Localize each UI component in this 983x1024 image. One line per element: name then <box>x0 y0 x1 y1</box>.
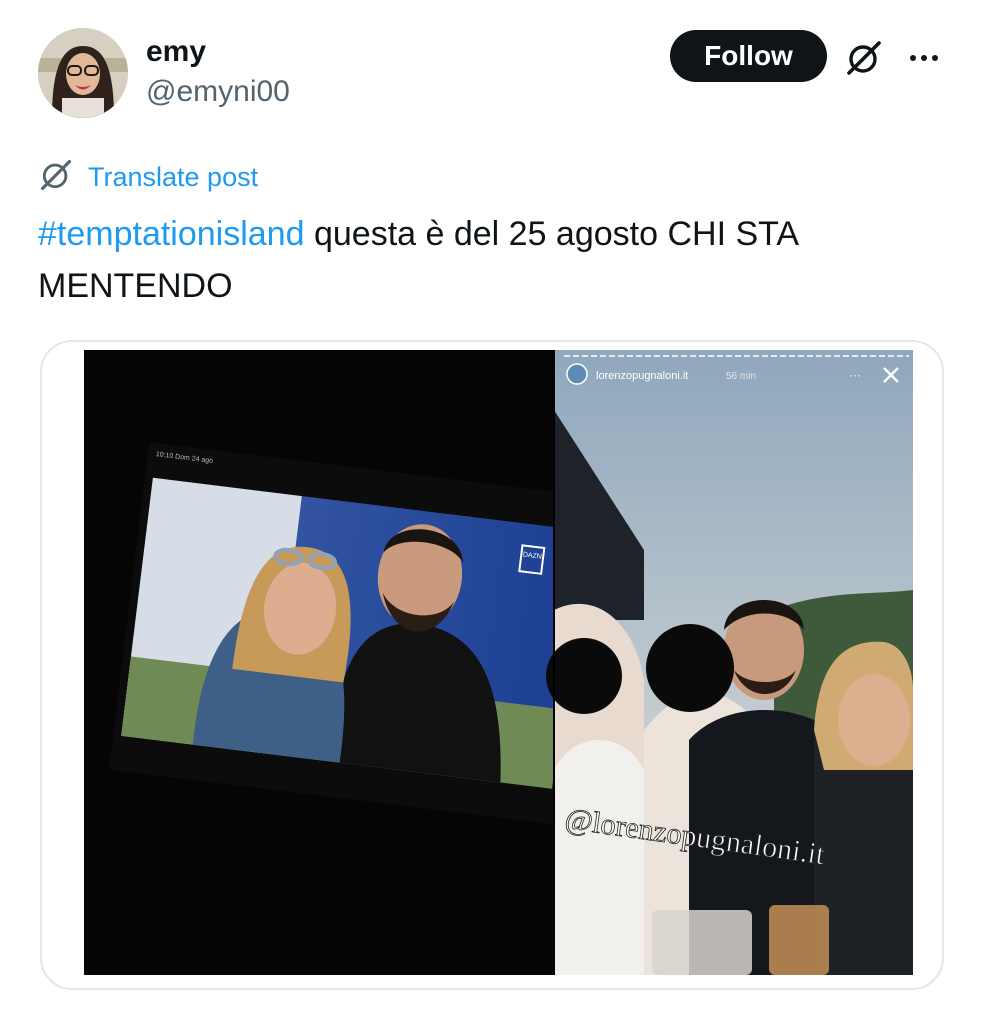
photo-collage: DAZN 10:10 Dom 24 ago lorenzopugnaloni.i… <box>84 350 913 975</box>
story-username: lorenzopugnaloni.it <box>596 370 688 382</box>
grok-icon <box>38 157 74 198</box>
author-names: emy @emyni00 <box>146 34 290 112</box>
translate-label[interactable]: Translate post <box>88 162 258 193</box>
hashtag-link[interactable]: #temptationisland <box>38 215 305 253</box>
media-card[interactable]: DAZN 10:10 Dom 24 ago lorenzopugnaloni.i… <box>40 340 944 990</box>
avatar[interactable] <box>38 28 128 118</box>
story-time: 56 min <box>726 371 756 382</box>
grok-icon[interactable] <box>844 38 884 78</box>
svg-text:···: ··· <box>849 368 861 382</box>
avatar-image <box>38 28 128 118</box>
translate-post[interactable]: Translate post <box>38 158 258 196</box>
follow-button[interactable]: Follow <box>670 30 827 82</box>
user-handle[interactable]: @emyni00 <box>146 72 290 112</box>
post-text: #temptationisland questa è del 25 agosto… <box>38 208 938 312</box>
post-photo[interactable]: DAZN 10:10 Dom 24 ago lorenzopugnaloni.i… <box>84 350 913 975</box>
tablet-screen: DAZN 10:10 Dom 24 ago <box>109 442 596 825</box>
more-icon[interactable] <box>904 38 944 78</box>
display-name[interactable]: emy <box>146 34 290 70</box>
post-header: emy @emyni00 Follow <box>38 28 948 120</box>
